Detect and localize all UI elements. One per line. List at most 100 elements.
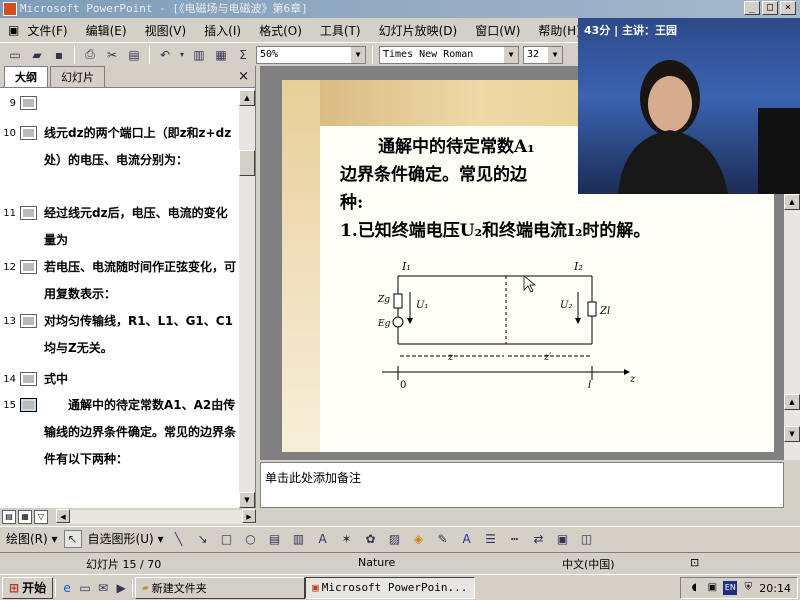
- normal-view-icon[interactable]: ▤: [2, 510, 16, 524]
- tab-outline[interactable]: 大纲: [4, 66, 48, 87]
- line-style-icon[interactable]: ☰: [482, 530, 500, 548]
- autoshapes-menu-button[interactable]: 自选图形(U) ▾: [88, 530, 164, 547]
- clipart-icon[interactable]: ✿: [362, 530, 380, 548]
- scroll-right-icon[interactable]: ▶: [242, 509, 256, 523]
- previous-slide-icon[interactable]: ▲: [784, 394, 800, 410]
- 3d-style-icon[interactable]: ◫: [578, 530, 596, 548]
- start-button[interactable]: ⊞ 开始: [2, 576, 54, 599]
- drawing-toolbar: 绘图(R) ▾ ↖ 自选图形(U) ▾ ╲ ↘ □ ○ ▤ ▥ A ✶ ✿ ▨ …: [0, 526, 800, 550]
- slide-text-line[interactable]: 通解中的待定常数A₁: [378, 132, 535, 157]
- language-bar-icon[interactable]: EN: [723, 581, 738, 595]
- outline-scrollbar[interactable]: ▲ ▼: [239, 90, 255, 508]
- clock[interactable]: 20:14: [759, 582, 791, 595]
- volume-icon[interactable]: ◖: [687, 581, 701, 595]
- select-pointer-icon[interactable]: ↖: [63, 529, 82, 548]
- menu-file[interactable]: 文件(F): [27, 22, 67, 39]
- close-button[interactable]: ×: [780, 1, 796, 15]
- task-new-folder[interactable]: ▰ 新建文件夹: [135, 576, 306, 599]
- chart-icon[interactable]: ▥: [190, 46, 208, 64]
- scroll-left-icon[interactable]: ◀: [56, 509, 70, 523]
- notes-pane[interactable]: 单击此处添加备注: [260, 462, 784, 508]
- picture-icon[interactable]: ▨: [386, 530, 404, 548]
- textbox-tool-icon[interactable]: ▤: [266, 530, 284, 548]
- zoom-value: 50%: [260, 48, 279, 60]
- outline-item[interactable]: 10 线元dz的两个端口上（即z和z+dz处）的电压、电流分别为：: [0, 120, 236, 200]
- slideshow-view-icon[interactable]: ▽: [34, 510, 48, 524]
- chevron-down-icon[interactable]: ▼: [351, 46, 365, 63]
- media-player-icon[interactable]: ▶: [112, 579, 130, 597]
- network-icon[interactable]: ▣: [705, 581, 719, 595]
- scroll-up-icon[interactable]: ▲: [239, 90, 255, 106]
- slide-sorter-view-icon[interactable]: ▦: [18, 510, 32, 524]
- transmission-line-diagram[interactable]: I₁ I₂ Zg Eg U₁ U₂ Zl z z′ 0 l z: [378, 256, 648, 396]
- scroll-down-icon[interactable]: ▼: [239, 492, 255, 508]
- menu-edit[interactable]: 编辑(E): [86, 22, 127, 39]
- scroll-thumb[interactable]: [239, 150, 255, 176]
- scroll-up-icon[interactable]: ▲: [784, 194, 800, 210]
- line-color-icon[interactable]: ✎: [434, 530, 452, 548]
- powerpoint-app-icon[interactable]: [3, 2, 17, 16]
- notes-placeholder[interactable]: 单击此处添加备注: [265, 471, 361, 485]
- fill-color-icon[interactable]: ◈: [410, 530, 428, 548]
- table-icon[interactable]: ▦: [212, 46, 230, 64]
- font-size-select[interactable]: 32 ▼: [523, 45, 563, 64]
- menu-doc-icon[interactable]: ▣: [8, 23, 19, 37]
- minimize-button[interactable]: _: [744, 1, 760, 15]
- draw-menu-button[interactable]: 绘图(R) ▾: [6, 530, 58, 547]
- outline-item[interactable]: 14 式中: [0, 366, 236, 394]
- oval-tool-icon[interactable]: ○: [242, 530, 260, 548]
- outline-item-selected[interactable]: 15 通解中的待定常数A1、A2由传输线的边界条件确定。常见的边界条件有以下两种…: [0, 392, 236, 502]
- menu-tools[interactable]: 工具(T): [320, 22, 361, 39]
- zoom-select[interactable]: 50% ▼: [256, 45, 366, 64]
- diagram-tool-icon[interactable]: ✶: [338, 530, 356, 548]
- menu-help[interactable]: 帮助(H): [538, 22, 580, 39]
- tab-slides[interactable]: 幻灯片: [50, 66, 105, 87]
- dash-style-icon[interactable]: ┅: [506, 530, 524, 548]
- close-icon[interactable]: ×: [238, 69, 249, 84]
- chevron-down-icon[interactable]: ▼: [504, 46, 518, 63]
- slide-scrollbar[interactable]: ▲ ▲ ▼: [784, 194, 800, 460]
- outline-item-number: 14: [3, 374, 16, 385]
- wordart-icon[interactable]: A: [314, 530, 332, 548]
- outline-item[interactable]: 11 经过线元dz后，电压、电流的变化量为: [0, 200, 236, 254]
- undo-dropdown-icon[interactable]: ▾: [178, 46, 186, 64]
- font-name-select[interactable]: Times New Roman ▼: [379, 45, 519, 64]
- spelling-status-icon: ⊡: [690, 556, 700, 569]
- slide-text-line[interactable]: 种:: [340, 188, 363, 213]
- save-icon[interactable]: ▪: [50, 46, 68, 64]
- paste-icon[interactable]: ▤: [125, 46, 143, 64]
- shadow-style-icon[interactable]: ▣: [554, 530, 572, 548]
- slide-text-line[interactable]: 1.已知终端电压U₂和终端电流I₂时的解。: [340, 216, 650, 241]
- restore-button[interactable]: □: [762, 1, 778, 15]
- open-folder-icon[interactable]: ▰: [28, 46, 46, 64]
- security-icon[interactable]: ⛨: [741, 581, 755, 595]
- outline-item[interactable]: 9: [0, 90, 236, 118]
- menu-insert[interactable]: 插入(I): [204, 22, 241, 39]
- slide-thumbnail-icon: [20, 126, 37, 140]
- cut-icon[interactable]: ✂: [103, 46, 121, 64]
- font-color-icon[interactable]: A: [458, 530, 476, 548]
- menu-window[interactable]: 窗口(W): [475, 22, 520, 39]
- menu-view[interactable]: 视图(V): [145, 22, 187, 39]
- menu-slideshow[interactable]: 幻灯片放映(D): [379, 22, 458, 39]
- undo-icon[interactable]: ↶: [156, 46, 174, 64]
- arrow-style-icon[interactable]: ⇄: [530, 530, 548, 548]
- desktop-icon[interactable]: ▭: [76, 579, 94, 597]
- rectangle-tool-icon[interactable]: □: [218, 530, 236, 548]
- horizontal-scrollbar[interactable]: ◀ ▶: [56, 509, 256, 524]
- sum-icon[interactable]: Σ: [234, 46, 252, 64]
- slide-text-line[interactable]: 边界条件确定。常见的边: [340, 160, 527, 185]
- next-slide-icon[interactable]: ▼: [784, 426, 800, 442]
- outline-item[interactable]: 12 若电压、电流随时间作正弦变化，可用复数表示：: [0, 254, 236, 308]
- menu-format[interactable]: 格式(O): [259, 22, 302, 39]
- ie-icon[interactable]: e: [58, 579, 76, 597]
- arrow-tool-icon[interactable]: ↘: [194, 530, 212, 548]
- outline-item[interactable]: 13 对均匀传输线，R1、L1、G1、C1均与Z无关。: [0, 308, 236, 362]
- chevron-down-icon[interactable]: ▼: [548, 46, 562, 63]
- task-powerpoint[interactable]: ▣ Microsoft PowerPoin...: [305, 576, 476, 599]
- new-document-icon[interactable]: ▭: [6, 46, 24, 64]
- vertical-textbox-icon[interactable]: ▥: [290, 530, 308, 548]
- print-icon[interactable]: ⎙: [81, 46, 99, 64]
- line-tool-icon[interactable]: ╲: [170, 530, 188, 548]
- outlook-icon[interactable]: ✉: [94, 579, 112, 597]
